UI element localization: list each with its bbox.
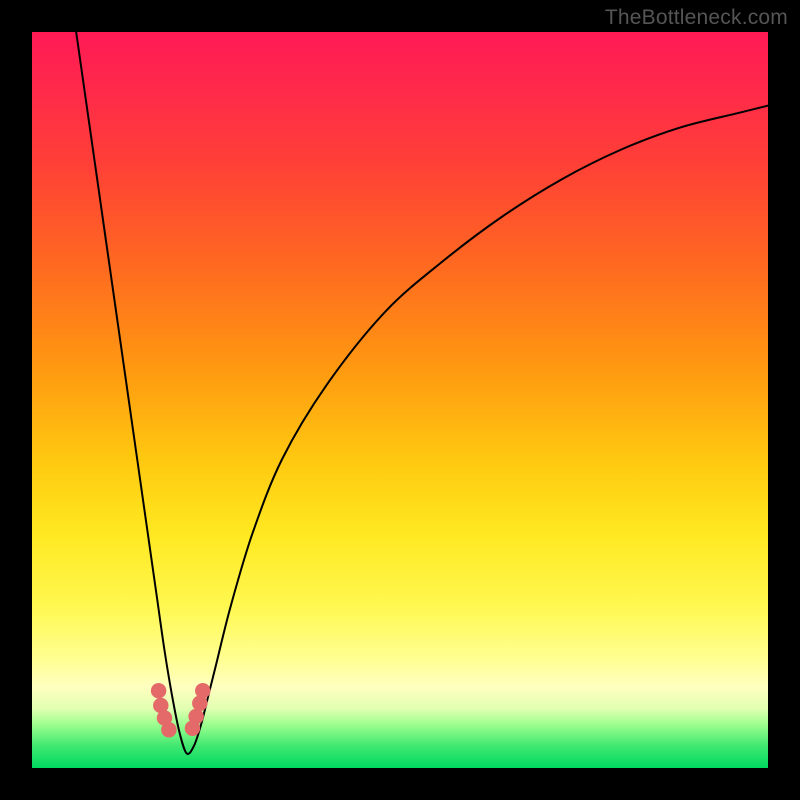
plot-area — [32, 32, 768, 768]
curve-marker — [195, 683, 210, 698]
watermark-text: TheBottleneck.com — [605, 6, 788, 30]
curve-layer — [32, 32, 768, 768]
bottleneck-curve — [76, 32, 768, 754]
curve-marker — [161, 722, 176, 737]
curve-markers — [151, 683, 211, 737]
curve-marker — [188, 709, 203, 724]
curve-marker — [151, 683, 166, 698]
chart-frame: TheBottleneck.com — [0, 0, 800, 800]
